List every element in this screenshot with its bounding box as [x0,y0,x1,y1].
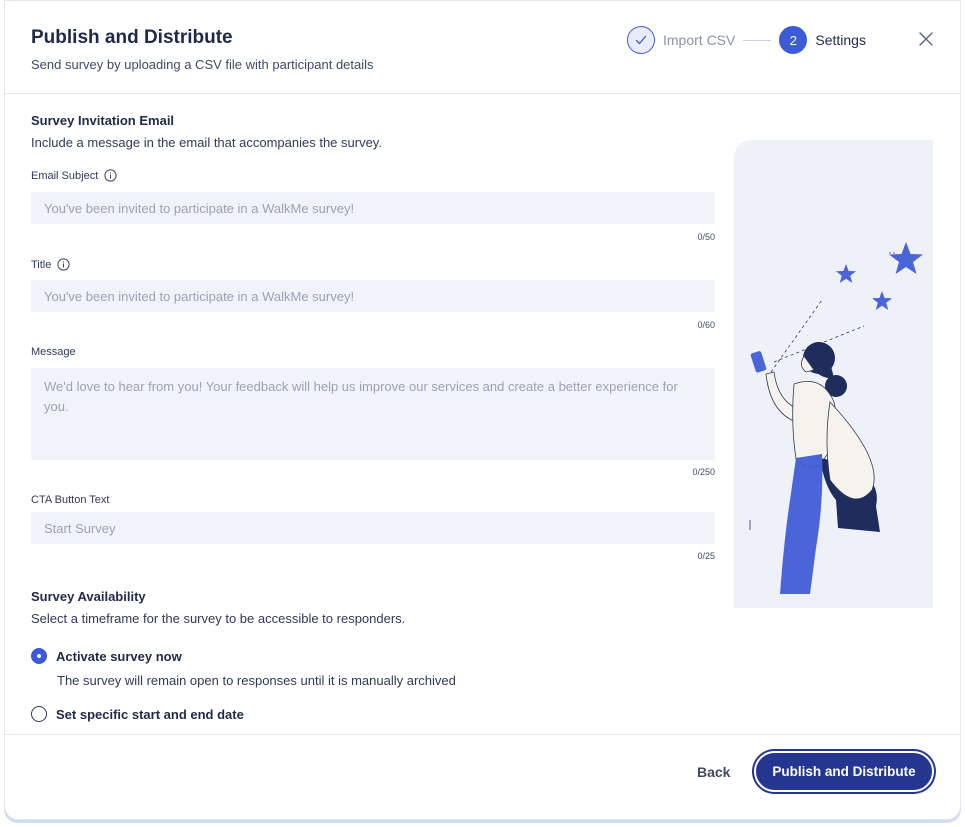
modal-title: Publish and Distribute [31,27,233,48]
radio-button-unchecked[interactable] [31,706,47,722]
cta-label: CTA Button Text [31,494,110,506]
back-button[interactable]: Back [697,761,730,783]
step-settings-indicator[interactable]: 2 [779,26,808,54]
radio-specific-dates[interactable]: Set specific start and end date [31,706,244,722]
message-label: Message [31,346,76,358]
email-subject-label-row: Email Subject [31,169,117,182]
step-divider [743,39,772,41]
survey-illustration [734,140,933,608]
title-input[interactable] [31,280,715,312]
title-label: Title [31,258,52,271]
cta-counter: 0/25 [697,551,715,561]
info-icon[interactable] [57,258,70,271]
modal-body: Survey Invitation Email Include a messag… [5,95,960,733]
radio-specific-dates-label: Set specific start and end date [56,706,244,722]
close-icon[interactable] [917,30,935,48]
email-subject-input[interactable] [31,192,715,224]
step-import-csv-indicator[interactable] [627,26,655,54]
cta-label-row: CTA Button Text [31,494,109,506]
step-settings-label[interactable]: Settings [815,32,866,48]
check-icon [635,35,647,45]
publish-and-distribute-button[interactable]: Publish and Distribute [754,751,934,792]
email-subject-label: Email Subject [31,169,99,182]
email-section-title: Survey Invitation Email [31,113,175,128]
message-textarea[interactable] [31,368,715,460]
message-counter: 0/250 [692,467,715,477]
message-label-row: Message [31,346,76,358]
radio-activate-now-label: Activate survey now [56,648,182,664]
stepper: Import CSV 2 Settings [627,26,866,54]
email-section-description: Include a message in the email that acco… [31,135,382,150]
modal-header: Publish and Distribute Send survey by up… [5,1,960,94]
step-import-csv-label[interactable]: Import CSV [663,32,735,48]
radio-activate-now[interactable]: Activate survey now [31,648,182,664]
title-counter: 0/60 [697,320,715,330]
modal-footer: Back Publish and Distribute [5,734,960,820]
availability-title: Survey Availability [31,589,146,604]
availability-description: Select a timeframe for the survey to be … [31,611,406,626]
radio-activate-now-help: The survey will remain open to responses… [57,673,456,688]
radio-button-checked[interactable] [31,648,47,664]
email-subject-counter: 0/50 [697,232,715,242]
publish-modal: Publish and Distribute Send survey by up… [4,0,961,820]
title-label-row: Title [31,258,70,271]
modal-subtitle: Send survey by uploading a CSV file with… [31,57,374,72]
info-icon[interactable] [104,169,117,182]
cta-input[interactable] [31,512,715,544]
